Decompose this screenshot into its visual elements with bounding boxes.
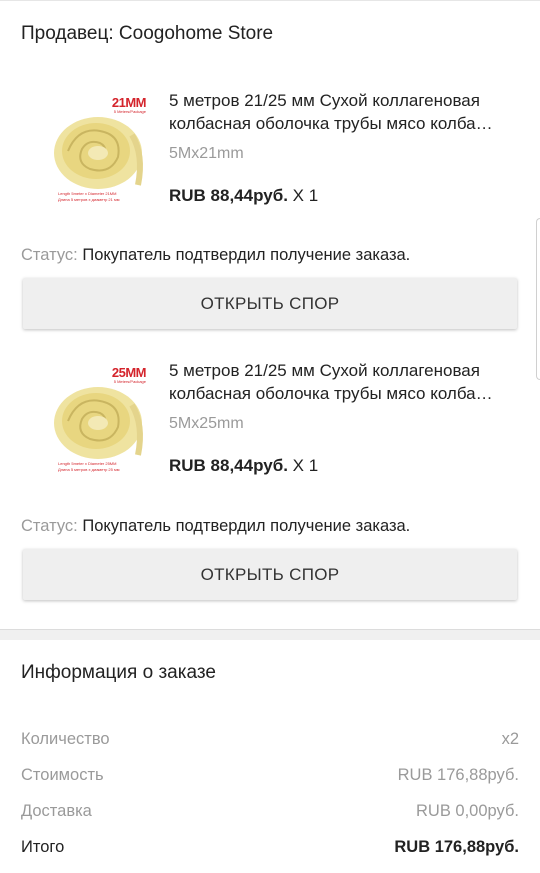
product-thumbnail[interactable]: 25MM 5 Meters/Package Length 5meter x Di… bbox=[48, 359, 148, 477]
order-info-row: Стоимость RUB 176,88руб. bbox=[21, 766, 519, 785]
product-variant: 5Mx25mm bbox=[169, 415, 244, 432]
product-quantity: X 1 bbox=[292, 186, 319, 205]
product-title[interactable]: 5 метров 21/25 мм Сухой коллагеновая кол… bbox=[169, 89, 521, 135]
scrollbar[interactable] bbox=[536, 218, 540, 380]
order-info-title: Информация о заказе bbox=[21, 662, 216, 683]
product-item[interactable]: 21MM 5 Meters/Package Length 5meter x Di… bbox=[0, 89, 540, 219]
product-quantity: X 1 bbox=[292, 456, 319, 475]
status-value: Покупатель подтвердил получение заказа. bbox=[82, 246, 411, 264]
status-value: Покупатель подтвердил получение заказа. bbox=[82, 517, 411, 535]
product-variant: 5Mx21mm bbox=[169, 145, 244, 162]
row-label: Количество bbox=[21, 730, 110, 748]
product-price-line: RUB 88,44руб. X 1 bbox=[169, 456, 318, 476]
product-thumbnail[interactable]: 21MM 5 Meters/Package Length 5meter x Di… bbox=[48, 89, 148, 207]
row-value: RUB 0,00руб. bbox=[416, 802, 519, 820]
open-dispute-button[interactable]: ОТКРЫТЬ СПОР bbox=[23, 549, 517, 600]
status-label: Статус: bbox=[21, 517, 78, 535]
open-dispute-button[interactable]: ОТКРЫТЬ СПОР bbox=[23, 278, 517, 329]
order-total-row: Итого RUB 176,88руб. bbox=[21, 838, 519, 857]
order-info-row: Доставка RUB 0,00руб. bbox=[21, 802, 519, 821]
row-label: Доставка bbox=[21, 802, 92, 820]
product-price: RUB 88,44руб. bbox=[169, 456, 288, 475]
product-price-line: RUB 88,44руб. X 1 bbox=[169, 186, 318, 206]
row-label: Итого bbox=[21, 838, 65, 856]
casing-roll-image bbox=[54, 387, 143, 459]
section-divider bbox=[0, 629, 540, 640]
order-info-row: Количество x2 bbox=[21, 730, 519, 749]
product-title[interactable]: 5 метров 21/25 мм Сухой коллагеновая кол… bbox=[169, 359, 521, 405]
row-label: Стоимость bbox=[21, 766, 104, 784]
image-caption: Length 5meter x Diameter 21MM Длина 5 мет… bbox=[58, 191, 120, 202]
row-value: RUB 176,88руб. bbox=[394, 838, 519, 856]
row-value: x2 bbox=[501, 730, 519, 748]
product-item[interactable]: 25MM 5 Meters/Package Length 5meter x Di… bbox=[0, 359, 540, 489]
seller-name[interactable]: Продавец: Coogohome Store bbox=[21, 23, 273, 45]
casing-roll-image bbox=[54, 117, 143, 189]
order-detail-screen: Продавец: Coogohome Store 21MM 5 Meters/… bbox=[0, 0, 540, 873]
order-status: Статус: Покупатель подтвердил получение … bbox=[21, 246, 410, 265]
product-price: RUB 88,44руб. bbox=[169, 186, 288, 205]
row-value: RUB 176,88руб. bbox=[397, 766, 519, 784]
order-status: Статус: Покупатель подтвердил получение … bbox=[21, 517, 410, 536]
status-label: Статус: bbox=[21, 246, 78, 264]
image-caption: Length 5meter x Diameter 25MM Длина 5 мет… bbox=[58, 461, 120, 472]
